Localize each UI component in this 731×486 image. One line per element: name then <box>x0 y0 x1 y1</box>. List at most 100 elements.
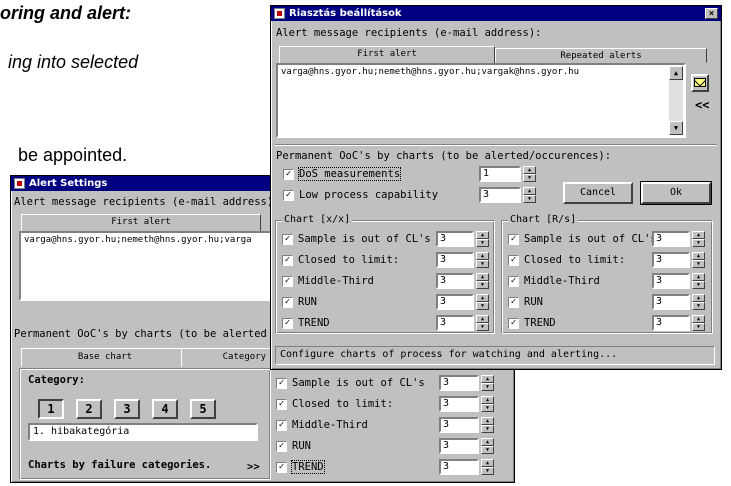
spin-arrows[interactable]: ▲ ▼ <box>692 231 705 247</box>
spin-arrows[interactable]: ▲ ▼ <box>481 375 494 391</box>
spin-value[interactable]: 3 <box>436 231 474 247</box>
spin-dos[interactable]: 1 ▲ ▼ <box>479 166 539 182</box>
spin-sample-out[interactable]: 3 ▲ ▼ <box>652 231 708 247</box>
spin-arrows[interactable]: ▲ ▼ <box>476 273 489 289</box>
spin-value[interactable]: 3 <box>439 396 479 412</box>
checkbox-sample-out[interactable]: ✓ <box>276 378 287 389</box>
permanent-ooc-label: Permanent OoC's by charts (to be alerted <box>14 328 267 340</box>
spin-value[interactable]: 3 <box>436 315 474 331</box>
spin-middle-third[interactable]: 3 ▲ ▼ <box>652 273 708 289</box>
doc-line-fragment-2: be appointed. <box>18 145 128 165</box>
spin-value[interactable]: 3 <box>439 375 479 391</box>
spin-trend[interactable]: 3 ▲ ▼ <box>652 315 708 331</box>
tab-repeated-alerts[interactable]: Repeated alerts <box>495 48 707 63</box>
checkbox-dos-measurements[interactable]: ✓ <box>283 169 294 180</box>
spin-run[interactable]: 3 ▲ ▼ <box>439 438 497 454</box>
checkbox-run[interactable]: ✓ <box>508 297 519 308</box>
spin-run[interactable]: 3 ▲ ▼ <box>652 294 708 310</box>
checkbox-middle-third[interactable]: ✓ <box>508 276 519 287</box>
checkbox-closed-limit[interactable]: ✓ <box>282 255 293 266</box>
spin-value[interactable]: 3 <box>439 438 479 454</box>
collapse-arrow-icon[interactable]: << <box>695 98 709 112</box>
dos-label: DoS measurements <box>297 167 402 181</box>
checkbox-middle-third[interactable]: ✓ <box>276 420 287 431</box>
tab-base-chart[interactable]: Base chart <box>21 348 189 367</box>
spin-value[interactable]: 3 <box>652 231 690 247</box>
spin-arrows[interactable]: ▲ ▼ <box>476 252 489 268</box>
spin-closed-limit[interactable]: 3 ▲ ▼ <box>439 396 497 412</box>
spin-arrows[interactable]: ▲ ▼ <box>523 187 536 203</box>
spin-trend[interactable]: 3 ▲ ▼ <box>436 315 492 331</box>
recipients-textarea[interactable]: varga@hns.gyor.hu;nemeth@hns.gyor.hu;var… <box>276 63 686 138</box>
expand-arrow-icon[interactable]: >> <box>247 461 260 473</box>
scroll-up-icon[interactable]: ▲ <box>669 66 683 80</box>
scroll-down-icon[interactable]: ▼ <box>669 121 683 135</box>
checkbox-sample-out[interactable]: ✓ <box>508 234 519 245</box>
recipients-textarea[interactable]: varga@hns.gyor.hu;nemeth@hns.gyor.hu;var… <box>19 231 279 301</box>
spin-trend[interactable]: 3 ▲ ▼ <box>439 459 497 475</box>
doc-heading-fragment: oring and alert: <box>0 3 132 23</box>
row-label: Sample is out of CL's <box>292 377 425 389</box>
spin-arrows[interactable]: ▲ ▼ <box>481 438 494 454</box>
ok-button[interactable]: Ok <box>640 181 712 205</box>
spin-low-capability[interactable]: 3 ▲ ▼ <box>479 187 539 203</box>
spin-value[interactable]: 3 <box>652 294 690 310</box>
row-label: Closed to limit: <box>298 254 400 266</box>
spin-arrows[interactable]: ▲ ▼ <box>523 166 536 182</box>
close-icon[interactable]: × <box>705 8 718 19</box>
checkbox-trend[interactable]: ✓ <box>508 318 519 329</box>
checkbox-trend[interactable]: ✓ <box>276 462 287 473</box>
spin-arrows[interactable]: ▲ ▼ <box>692 252 705 268</box>
row-label: Sample is out of CL's <box>524 233 657 245</box>
tab-first-alert[interactable]: First alert <box>279 46 495 63</box>
category-tab-1[interactable]: 1 <box>38 399 64 419</box>
category-tab-4[interactable]: 4 <box>152 399 178 419</box>
spin-sample-out[interactable]: 3 ▲ ▼ <box>439 375 497 391</box>
category-tab-2[interactable]: 2 <box>76 399 102 419</box>
mail-envelope-icon[interactable] <box>691 74 709 92</box>
spin-middle-third[interactable]: 3 ▲ ▼ <box>439 417 497 433</box>
spin-arrows[interactable]: ▲ ▼ <box>476 294 489 310</box>
spin-arrows[interactable]: ▲ ▼ <box>476 231 489 247</box>
checkbox-trend[interactable]: ✓ <box>282 318 293 329</box>
checkbox-run[interactable]: ✓ <box>276 441 287 452</box>
spin-arrows[interactable]: ▲ ▼ <box>481 459 494 475</box>
status-bar: Configure charts of process for watching… <box>275 346 715 365</box>
checkbox-closed-limit[interactable]: ✓ <box>276 399 287 410</box>
spin-closed-limit[interactable]: 3 ▲ ▼ <box>652 252 708 268</box>
spin-value[interactable]: 3 <box>436 273 474 289</box>
checkbox-middle-third[interactable]: ✓ <box>282 276 293 287</box>
spin-arrows[interactable]: ▲ ▼ <box>692 273 705 289</box>
spin-run[interactable]: 3 ▲ ▼ <box>436 294 492 310</box>
spin-value[interactable]: 3 <box>436 294 474 310</box>
tab-first-alert[interactable]: First alert <box>21 214 261 231</box>
spin-value[interactable]: 3 <box>479 187 521 203</box>
row-label: Middle-Third <box>524 275 600 287</box>
checkbox-low-capability[interactable]: ✓ <box>283 190 294 201</box>
vertical-scrollbar[interactable]: ▲ ▼ <box>669 66 683 135</box>
spin-sample-out[interactable]: 3 ▲ ▼ <box>436 231 492 247</box>
spin-arrows[interactable]: ▲ ▼ <box>476 315 489 331</box>
spin-closed-limit[interactable]: 3 ▲ ▼ <box>436 252 492 268</box>
checkbox-sample-out[interactable]: ✓ <box>282 234 293 245</box>
checkbox-run[interactable]: ✓ <box>282 297 293 308</box>
spin-arrows[interactable]: ▲ ▼ <box>481 396 494 412</box>
category-tab-5[interactable]: 5 <box>190 399 216 419</box>
spin-arrows[interactable]: ▲ ▼ <box>692 315 705 331</box>
tab-category[interactable]: Category <box>181 348 271 367</box>
category-name-field[interactable]: 1. hibakategória <box>28 423 258 441</box>
spin-value[interactable]: 3 <box>436 252 474 268</box>
spin-value[interactable]: 3 <box>439 459 479 475</box>
spin-arrows[interactable]: ▲ ▼ <box>481 417 494 433</box>
spin-value[interactable]: 3 <box>652 315 690 331</box>
spin-arrows[interactable]: ▲ ▼ <box>692 294 705 310</box>
spin-value[interactable]: 3 <box>439 417 479 433</box>
spin-middle-third[interactable]: 3 ▲ ▼ <box>436 273 492 289</box>
spin-value[interactable]: 3 <box>652 252 690 268</box>
category-tab-3[interactable]: 3 <box>114 399 140 419</box>
spin-value[interactable]: 3 <box>652 273 690 289</box>
cancel-button[interactable]: Cancel <box>563 182 633 204</box>
checkbox-closed-limit[interactable]: ✓ <box>508 255 519 266</box>
spin-value[interactable]: 1 <box>479 166 521 182</box>
app-icon <box>14 178 25 189</box>
